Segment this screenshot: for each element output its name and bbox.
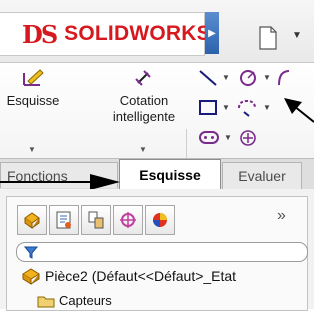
filter-icon [24,246,38,259]
display-manager-icon [153,213,167,227]
smart-dimension-label-line2: intelligente [112,109,176,124]
dimxpert-manager-tab[interactable] [113,205,143,235]
feature-manager-tab[interactable] [17,205,47,235]
configuration-manager-tab[interactable] [81,205,111,235]
ds-logo-mark: DS [22,19,58,49]
property-manager-icon [56,211,71,229]
command-manager-tabs: Fonctions Evaluer Esquisse [0,158,314,190]
callout-arrow-line [0,181,92,183]
arc-icon[interactable] [277,69,291,87]
part-root-node[interactable]: Pièce2 (Défaut<<Défaut>_Etat [21,267,236,285]
title-bar: DS SOLIDWORKS ▶ ▼ [0,0,314,62]
tab-label: Esquisse [139,167,201,183]
rectangle-dropdown-icon[interactable]: ▼ [222,103,230,112]
part-icon [22,268,40,285]
part-root-label: Pièce2 (Défaut<<Défaut>_Etat [45,268,237,284]
filter-input[interactable] [16,242,308,262]
solidworks-logo[interactable]: DS SOLIDWORKS [0,12,211,56]
trim-dropdown-icon[interactable]: ▼ [263,103,271,112]
smart-dimension-button[interactable]: Cotation intelligente [104,67,184,125]
tab-evaluer[interactable]: Evaluer [222,162,302,189]
feature-tree-icon [24,212,40,229]
feature-manager-panel: » Pièce2 (Défaut<<Défaut>_Etat Capteurs [0,189,314,311]
slot-dropdown-icon[interactable]: ▼ [224,133,232,142]
display-manager-tab[interactable] [145,205,175,235]
more-tabs-button[interactable]: » [277,207,286,225]
new-document-dropdown-icon[interactable]: ▼ [292,30,302,41]
dimxpert-icon [120,212,136,228]
rectangle-icon[interactable] [198,99,218,117]
solidworks-wordmark: SOLIDWORKS [64,22,211,45]
command-manager-ribbon: Esquisse ▼ Cotation intelligente ▼ ▼ ▼ ▼… [0,62,314,217]
tab-label: Evaluer [238,168,286,184]
configuration-manager-icon [88,211,104,229]
point-icon[interactable] [238,128,258,148]
new-document-icon[interactable] [258,26,278,50]
smart-dimension-icon [135,70,151,86]
line-dropdown-icon[interactable]: ▼ [222,73,230,82]
sensors-node[interactable]: Capteurs [37,293,112,308]
line-icon[interactable] [198,69,218,87]
sketch-icon [23,69,44,86]
trim-icon[interactable] [236,98,258,118]
circle-icon[interactable] [238,67,260,87]
sketch-button[interactable]: Esquisse [2,67,64,109]
slot-icon[interactable] [198,129,220,147]
property-manager-tab[interactable] [49,205,79,235]
callout-arrow-icon [284,98,314,123]
sketch-dropdown-icon[interactable]: ▼ [28,145,36,154]
menu-expand-arrow-icon[interactable]: ▶ [205,12,219,54]
feature-manager-tree: » Pièce2 (Défaut<<Défaut>_Etat Capteurs [6,196,308,311]
smart-dimension-dropdown-icon[interactable]: ▼ [139,145,147,154]
sensors-folder-icon [37,296,55,307]
smart-dimension-label-line1: Cotation [119,93,169,108]
sensors-label: Capteurs [59,293,112,308]
tab-esquisse[interactable]: Esquisse [119,159,221,190]
sketch-button-label: Esquisse [6,93,60,108]
circle-dropdown-icon[interactable]: ▼ [263,73,271,82]
